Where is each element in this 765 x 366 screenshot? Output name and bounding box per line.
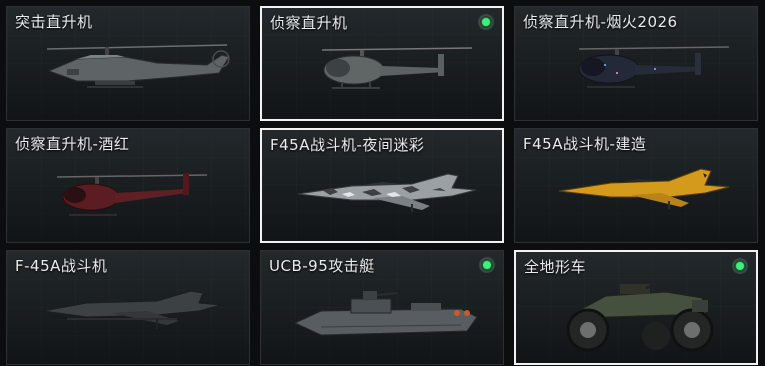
- vehicle-grid: 突击直升机 侦察直升机 侦察直升机-烟火2026 侦察直升机-酒红 F45A战斗…: [0, 0, 765, 366]
- vehicle-card-scout-helicopter[interactable]: 侦察直升机: [260, 6, 504, 121]
- vehicle-name: 突击直升机: [15, 13, 93, 31]
- vehicle-name: 侦察直升机: [270, 14, 348, 32]
- equipped-indicator-icon: [478, 14, 494, 30]
- vehicle-card-scout-helicopter-wine-red[interactable]: 侦察直升机-酒红: [6, 128, 250, 243]
- vehicle-card-scout-helicopter-fireworks[interactable]: 侦察直升机-烟火2026: [514, 6, 758, 121]
- vehicle-card-f45a-construction[interactable]: F45A战斗机-建造: [514, 128, 758, 243]
- vehicle-name: 全地形车: [524, 258, 587, 276]
- vehicle-card-f45a-night-camo[interactable]: F45A战斗机-夜间迷彩: [260, 128, 504, 243]
- vehicle-card-attack-helicopter[interactable]: 突击直升机: [6, 6, 250, 121]
- vehicle-name: 侦察直升机-酒红: [15, 135, 130, 153]
- vehicle-card-atv[interactable]: 全地形车: [514, 250, 758, 365]
- vehicle-card-ucb-95-attack-boat[interactable]: UCB-95攻击艇: [260, 250, 504, 365]
- vehicle-name: UCB-95攻击艇: [269, 257, 375, 275]
- vehicle-name: F45A战斗机-夜间迷彩: [270, 136, 425, 154]
- equipped-indicator-icon: [479, 257, 495, 273]
- vehicle-name: F45A战斗机-建造: [523, 135, 647, 153]
- equipped-indicator-icon: [732, 258, 748, 274]
- vehicle-name: F-45A战斗机: [15, 257, 108, 275]
- vehicle-card-f-45a-fighter[interactable]: F-45A战斗机: [6, 250, 250, 365]
- vehicle-name: 侦察直升机-烟火2026: [523, 13, 678, 31]
